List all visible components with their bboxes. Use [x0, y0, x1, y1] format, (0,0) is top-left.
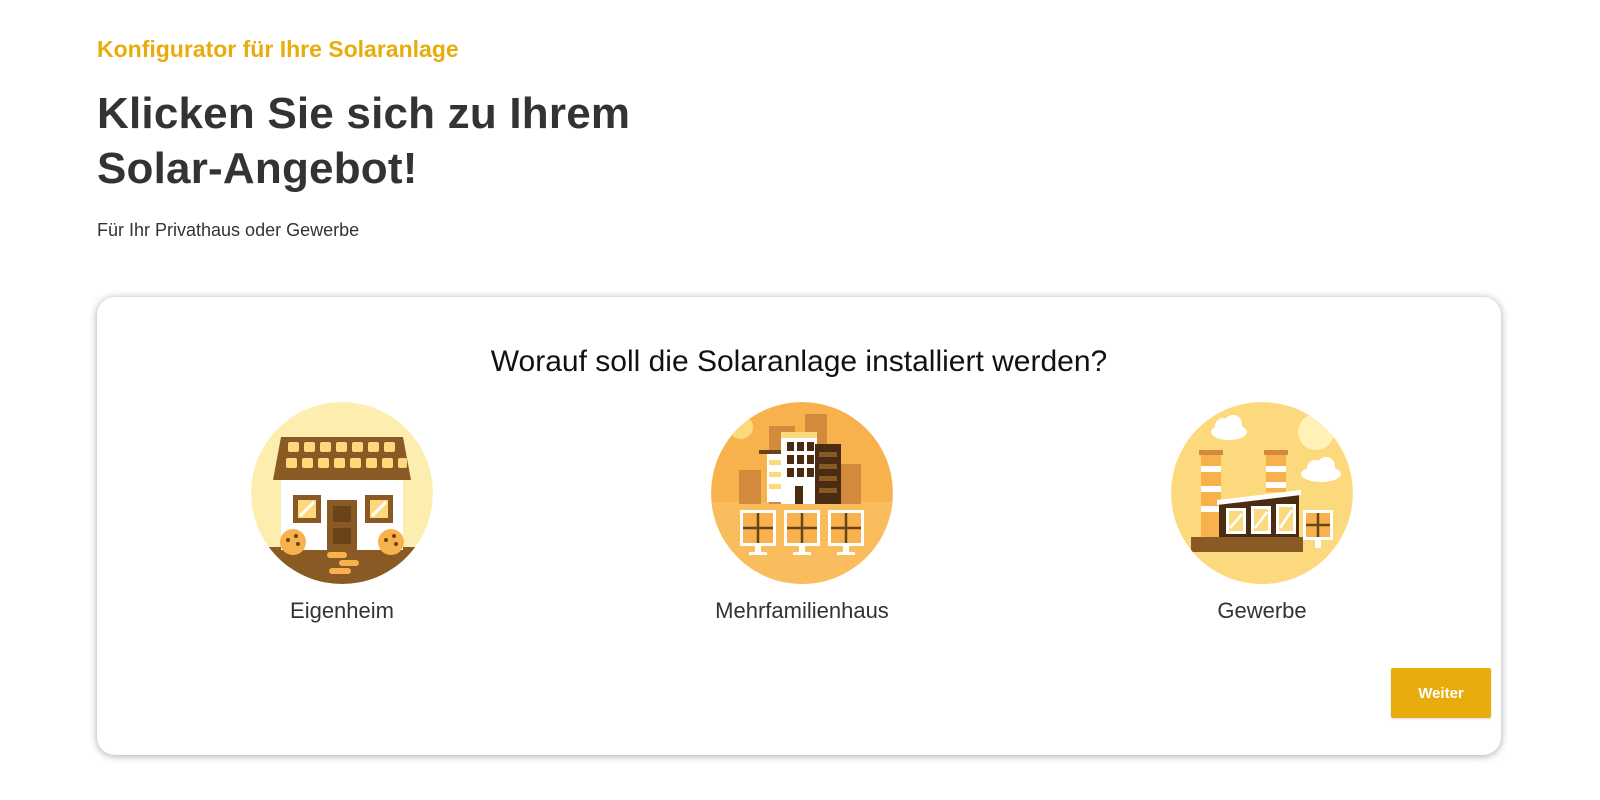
page-title-line-1: Klicken Sie sich zu Ihrem	[97, 89, 631, 138]
option-gewerbe[interactable]: Gewerbe	[1142, 402, 1382, 626]
option-eigenheim[interactable]: Eigenheim	[222, 402, 462, 626]
house-illustration-icon	[251, 402, 433, 584]
apartment-building-illustration-icon	[711, 402, 893, 584]
option-label: Gewerbe	[1217, 598, 1307, 623]
option-label: Mehrfamilienhaus	[715, 598, 889, 623]
factory-illustration-icon	[1171, 402, 1353, 584]
option-mehrfamilienhaus[interactable]: Mehrfamilienhaus	[682, 402, 922, 626]
page-title: Klicken Sie sich zu Ihrem Solar-Angebot!	[97, 86, 797, 196]
option-label: Eigenheim	[290, 598, 394, 623]
hero-section: Konfigurator für Ihre Solaranlage Klicke…	[97, 34, 797, 242]
page-subtitle: Für Ihr Privathaus oder Gewerbe	[97, 220, 360, 240]
configurator-eyebrow: Konfigurator für Ihre Solaranlage	[97, 36, 459, 62]
page-title-line-2: Solar-Angebot!	[97, 144, 418, 193]
question-heading: Worauf soll die Solaranlage installiert …	[490, 345, 1108, 378]
next-button[interactable]: Weiter	[1391, 668, 1491, 718]
configurator-card: Worauf soll die Solaranlage installiert …	[97, 297, 1501, 755]
